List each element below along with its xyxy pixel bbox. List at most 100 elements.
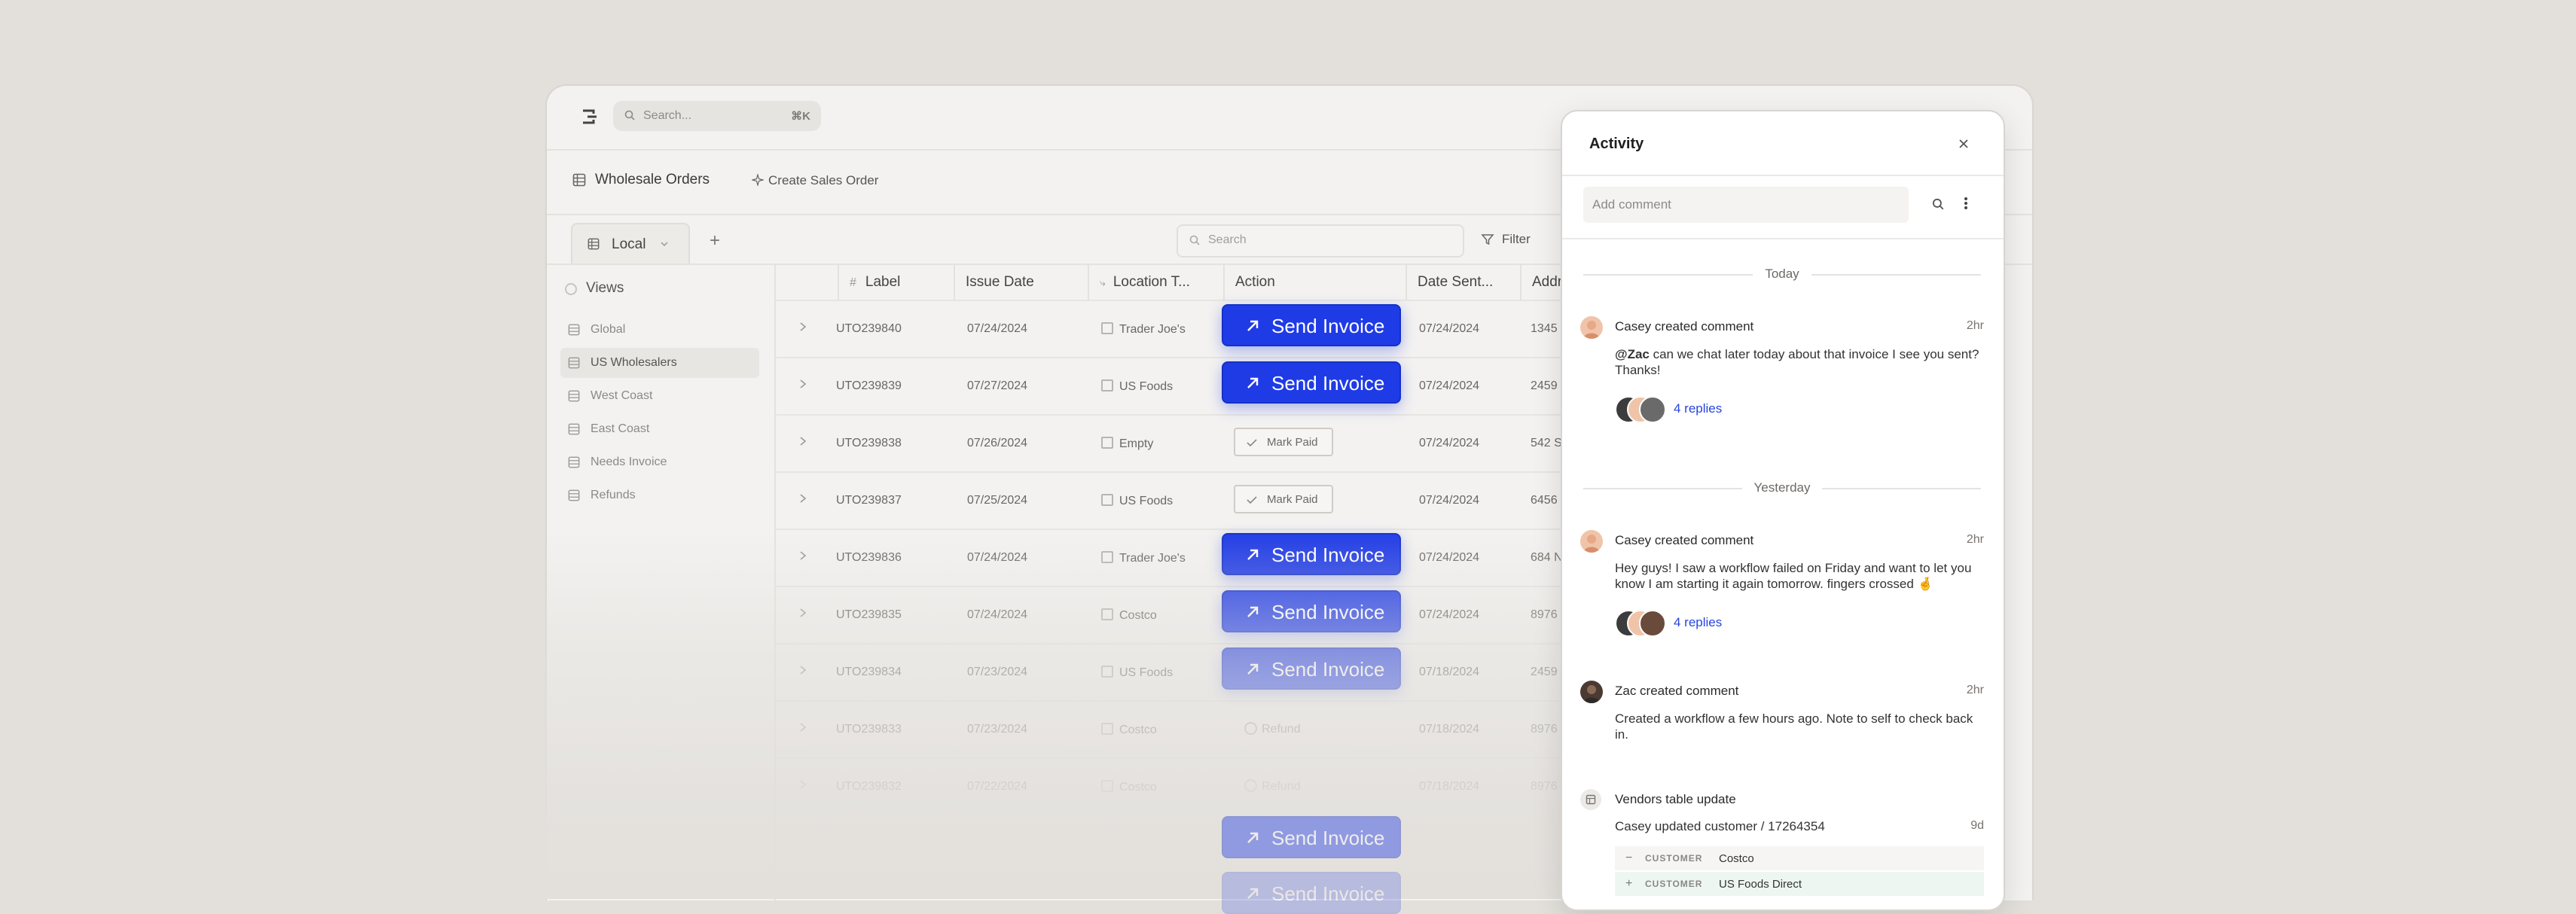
- search-icon: [624, 110, 635, 120]
- diff-key: CUSTOMER: [1645, 853, 1703, 864]
- send-invoice-button[interactable]: Send Invoice: [1222, 304, 1401, 346]
- column-header-date-sent[interactable]: Date Sent...: [1407, 264, 1521, 300]
- views-dot-icon: [565, 283, 577, 295]
- send-invoice-label: Send Invoice: [1271, 315, 1385, 337]
- send-invoice-button[interactable]: Send Invoice: [1222, 590, 1401, 632]
- send-invoice-button[interactable]: Send Invoice: [1222, 872, 1401, 914]
- create-sales-order-label: Create Sales Order: [768, 173, 879, 187]
- send-invoice-button[interactable]: Send Invoice: [1222, 361, 1401, 404]
- column-header-location-text: Location T...: [1113, 274, 1190, 290]
- refund-circle-icon: [1244, 722, 1257, 735]
- sidebar-item-view[interactable]: East Coast: [560, 414, 759, 444]
- search-icon[interactable]: [1931, 197, 1945, 211]
- diff-added-row: + CUSTOMER US Foods Direct: [1615, 872, 1984, 896]
- cell-location: Costco: [1101, 723, 1157, 737]
- cell-date-sent: 07/24/2024: [1419, 437, 1480, 449]
- table-icon: [568, 357, 580, 369]
- diff-removed-value: Costco: [1719, 852, 1754, 865]
- sidebar-item-view[interactable]: US Wholesalers: [560, 348, 759, 378]
- cell-issue-date: 07/24/2024: [967, 551, 1028, 564]
- cell-address: 542 S: [1531, 437, 1562, 449]
- chevron-right-icon[interactable]: [798, 321, 807, 333]
- cell-issue-date: 07/24/2024: [967, 608, 1028, 621]
- cell-label: UTO239834: [836, 666, 902, 678]
- avatar-casey: [1580, 316, 1603, 339]
- avatar-zac: [1580, 681, 1603, 703]
- mark-paid-button[interactable]: Mark Paid: [1234, 485, 1333, 513]
- chevron-right-icon[interactable]: [798, 778, 807, 791]
- add-tab-button[interactable]: +: [710, 232, 720, 250]
- cell-date-sent: 07/24/2024: [1419, 379, 1480, 392]
- sidebar-item-view[interactable]: Refunds: [560, 480, 759, 510]
- column-header-label[interactable]: # Label: [839, 264, 955, 300]
- cell-address: 8976: [1531, 723, 1558, 736]
- chevron-right-icon[interactable]: [798, 435, 807, 447]
- cell-issue-date: 07/23/2024: [967, 723, 1028, 736]
- sidebar-item-view[interactable]: West Coast: [560, 381, 759, 411]
- location-icon: [1101, 494, 1113, 506]
- cell-label: UTO239836: [836, 551, 902, 564]
- comment-author: Casey created comment: [1615, 533, 1754, 547]
- add-comment-placeholder: Add comment: [1592, 197, 1671, 212]
- chevron-right-icon[interactable]: [798, 550, 807, 562]
- send-invoice-label: Send Invoice: [1271, 544, 1385, 566]
- cell-issue-date: 07/25/2024: [967, 494, 1028, 507]
- send-invoice-label: Send Invoice: [1271, 658, 1385, 681]
- page-title-text: Wholesale Orders: [595, 172, 710, 187]
- sparkle-icon: [752, 174, 764, 186]
- cell-date-sent: 07/24/2024: [1419, 322, 1480, 335]
- sidebar-item-label: Refunds: [591, 489, 636, 501]
- location-icon: [1101, 551, 1113, 563]
- close-icon[interactable]: [1957, 137, 1970, 151]
- column-header-address-text: Addr: [1532, 274, 1563, 290]
- location-icon: [1101, 437, 1113, 449]
- comment-body: Hey guys! I saw a workflow failed on Fri…: [1615, 561, 1972, 591]
- app-logo-icon[interactable]: [580, 107, 600, 126]
- mark-paid-button[interactable]: Mark Paid: [1234, 428, 1333, 456]
- sidebar-item-view[interactable]: Needs Invoice: [560, 447, 759, 477]
- comment-item: Casey created comment 2hr @Zac can we ch…: [1580, 316, 1984, 423]
- chevron-right-icon[interactable]: [798, 721, 807, 733]
- replies-count: 4 replies: [1674, 615, 1723, 629]
- vendor-update-title: Vendors table update: [1615, 792, 1736, 806]
- comment-item: Zac created comment 2hr Created a workfl…: [1580, 681, 1984, 763]
- refund-status: Refund: [1244, 779, 1301, 794]
- cell-issue-date: 07/22/2024: [967, 780, 1028, 793]
- add-comment-input[interactable]: Add comment: [1583, 187, 1909, 223]
- location-icon: [1101, 780, 1113, 792]
- table-icon: [568, 489, 580, 501]
- column-header-issue-date[interactable]: Issue Date: [955, 264, 1089, 300]
- filter-icon: [1481, 234, 1494, 245]
- activity-panel: Activity Add comment Today Casey created…: [1561, 110, 2005, 911]
- vendor-update-time: 9d: [1970, 819, 1984, 832]
- chevron-right-icon[interactable]: [798, 492, 807, 504]
- chevron-right-icon[interactable]: [798, 378, 807, 390]
- cell-label: UTO239833: [836, 723, 902, 736]
- replies-count: 4 replies: [1674, 401, 1723, 416]
- tab-local[interactable]: Local: [571, 223, 690, 265]
- send-invoice-label: Send Invoice: [1271, 882, 1385, 905]
- mention[interactable]: @Zac: [1615, 347, 1650, 361]
- more-vertical-icon[interactable]: [1963, 196, 1969, 211]
- send-invoice-button[interactable]: Send Invoice: [1222, 816, 1401, 858]
- send-invoice-button[interactable]: Send Invoice: [1222, 647, 1401, 690]
- activity-title: Activity: [1589, 136, 1644, 152]
- sidebar-item-view[interactable]: Global: [560, 315, 759, 345]
- chevron-right-icon[interactable]: [798, 664, 807, 676]
- table-icon: [568, 456, 580, 468]
- global-search-input[interactable]: Search... ⌘K: [613, 101, 821, 131]
- send-invoice-button[interactable]: Send Invoice: [1222, 533, 1401, 575]
- sidebar-item-label: East Coast: [591, 422, 650, 435]
- divider: [1562, 175, 2004, 176]
- cell-location: Empty: [1101, 437, 1153, 451]
- column-header-action[interactable]: Action: [1225, 264, 1407, 300]
- vendor-update-subtitle: Casey updated customer / 17264354: [1615, 819, 1825, 833]
- cell-location: US Foods: [1101, 666, 1173, 680]
- search-shortcut: ⌘K: [791, 110, 810, 123]
- cell-location: US Foods: [1101, 494, 1173, 508]
- separator-yesterday: Yesterday: [1583, 480, 1981, 495]
- column-header-location[interactable]: ⤷ Location T...: [1089, 264, 1225, 300]
- link-icon: ⤷: [1100, 276, 1106, 288]
- table-search-input[interactable]: Search: [1177, 224, 1464, 257]
- chevron-right-icon[interactable]: [798, 607, 807, 619]
